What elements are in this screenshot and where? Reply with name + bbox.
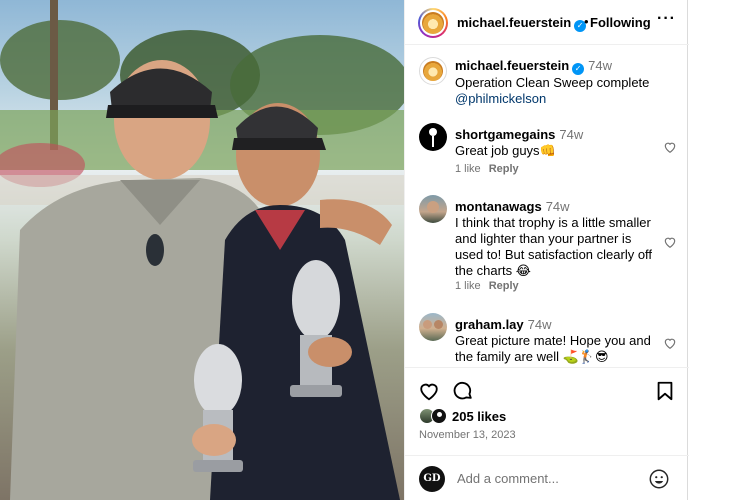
post-side-panel: michael.feuerstein ✓ • Following ··· mich…	[404, 0, 689, 500]
post-actions: 205 likes November 13, 2023	[405, 367, 689, 455]
reply-button[interactable]: Reply	[489, 163, 519, 175]
caption-mention[interactable]: @philmickelson	[455, 91, 546, 106]
comment-like-count[interactable]: 1 like	[455, 280, 481, 292]
comment-like-count[interactable]: 1 like	[455, 163, 481, 175]
comment-heart-icon[interactable]	[663, 140, 677, 154]
liker-avatar	[431, 408, 447, 424]
caption-username[interactable]: michael.feuerstein	[455, 58, 569, 73]
emoji-icon[interactable]	[648, 468, 670, 490]
commenter-avatar[interactable]	[419, 195, 447, 223]
caption-author-avatar[interactable]	[419, 57, 447, 85]
like-count[interactable]: 205 likes	[452, 409, 506, 424]
more-options-icon[interactable]: ···	[657, 10, 676, 28]
caption-age[interactable]: 74w	[588, 58, 612, 73]
comment-text: Great picture mate! Hope you and the fam…	[455, 333, 651, 364]
post-header: michael.feuerstein ✓ • Following ···	[405, 0, 689, 45]
comment-item: graham.lay 74w Great picture mate! Hope y…	[419, 313, 681, 367]
comment-text: I think that trophy is a little smaller …	[455, 215, 653, 278]
comment-thread[interactable]: michael.feuerstein ✓ 74w Operation Clean S…	[405, 45, 689, 367]
current-user-avatar[interactable]: GD	[419, 466, 445, 492]
caption: michael.feuerstein ✓ 74w Operation Clean S…	[419, 57, 681, 121]
bookmark-icon[interactable]	[654, 380, 676, 402]
separator-dot: •	[584, 14, 589, 29]
comment-username[interactable]: montanawags	[455, 199, 542, 214]
commenter-avatar[interactable]	[419, 313, 447, 341]
commenter-avatar[interactable]	[419, 123, 447, 151]
comment-age[interactable]: 74w	[559, 127, 583, 142]
comment-text: Great job guys👊	[455, 143, 556, 158]
reply-button[interactable]: Reply	[489, 280, 519, 292]
comment-username[interactable]: graham.lay	[455, 317, 524, 332]
post-date[interactable]: November 13, 2023	[419, 429, 516, 441]
comment-heart-icon[interactable]	[663, 336, 677, 350]
comment-heart-icon[interactable]	[663, 235, 677, 249]
verified-badge-icon: ✓	[572, 63, 585, 75]
author-avatar[interactable]	[418, 8, 448, 38]
comment-bubble-icon[interactable]	[452, 380, 474, 402]
comment-composer: GD Add a comment...	[405, 455, 689, 500]
comment-age[interactable]: 74w	[546, 199, 570, 214]
comment-item: montanawags 74w I think that trophy is a …	[419, 195, 681, 301]
comment-item: shortgamegains 74w Great job guys👊 1 like…	[419, 123, 681, 183]
comment-age[interactable]: 74w	[528, 317, 552, 332]
caption-text: Operation Clean Sweep complete	[455, 75, 650, 90]
photo-illustration	[0, 0, 404, 500]
post-photo[interactable]	[0, 0, 404, 500]
following-button[interactable]: Following	[590, 15, 651, 30]
heart-icon[interactable]	[418, 380, 440, 402]
comment-input[interactable]: Add a comment...	[457, 471, 559, 486]
comment-username[interactable]: shortgamegains	[455, 127, 555, 142]
author-username[interactable]: michael.feuerstein ✓	[457, 15, 587, 32]
